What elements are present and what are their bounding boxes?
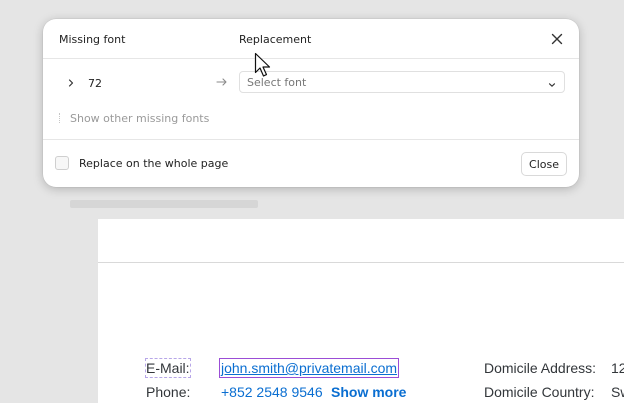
replacement-font-select[interactable]: Select font [239,71,565,93]
show-other-label: Show other missing fonts [70,112,210,125]
missing-font-name: 72 [88,77,102,90]
phone-link[interactable]: +852 2548 9546 [221,383,323,401]
show-other-missing-fonts[interactable]: Show other missing fonts [59,112,209,125]
domicile-address-value: 12 [611,360,624,376]
close-button[interactable]: Close [521,152,567,176]
domicile-address-label: Domicile Address: [484,360,597,376]
missing-font-row: 72 Select font [43,71,579,97]
chevron-down-icon [548,79,556,87]
dialog-footer: Replace on the whole page Close [43,139,579,188]
replacement-heading: Replacement [239,33,312,46]
replace-whole-page-checkbox[interactable] [55,156,69,170]
missing-font-heading: Missing font [59,33,126,46]
tree-line-icon [59,113,62,123]
domicile-country-value: Sw [611,384,624,400]
phone-label: Phone: [146,384,191,400]
close-icon[interactable] [549,31,565,47]
dialog-header: Missing font Replacement [43,19,579,59]
chevron-right-icon[interactable] [67,77,75,89]
missing-font-dialog: Missing font Replacement 72 Select font [43,19,579,187]
mouse-pointer-icon [254,52,274,80]
email-label[interactable]: E-Mail: [145,358,191,378]
placeholder-bar [70,200,258,208]
document-header-area [98,219,624,263]
show-more-link[interactable]: Show more [331,383,406,401]
email-link[interactable]: john.smith@privatemail.com [218,358,400,378]
arrow-right-icon [215,75,229,89]
replace-whole-page-label[interactable]: Replace on the whole page [79,157,228,170]
domicile-country-label: Domicile Country: [484,384,595,400]
document-canvas: E-Mail: john.smith@privatemail.com Phone… [98,219,624,403]
